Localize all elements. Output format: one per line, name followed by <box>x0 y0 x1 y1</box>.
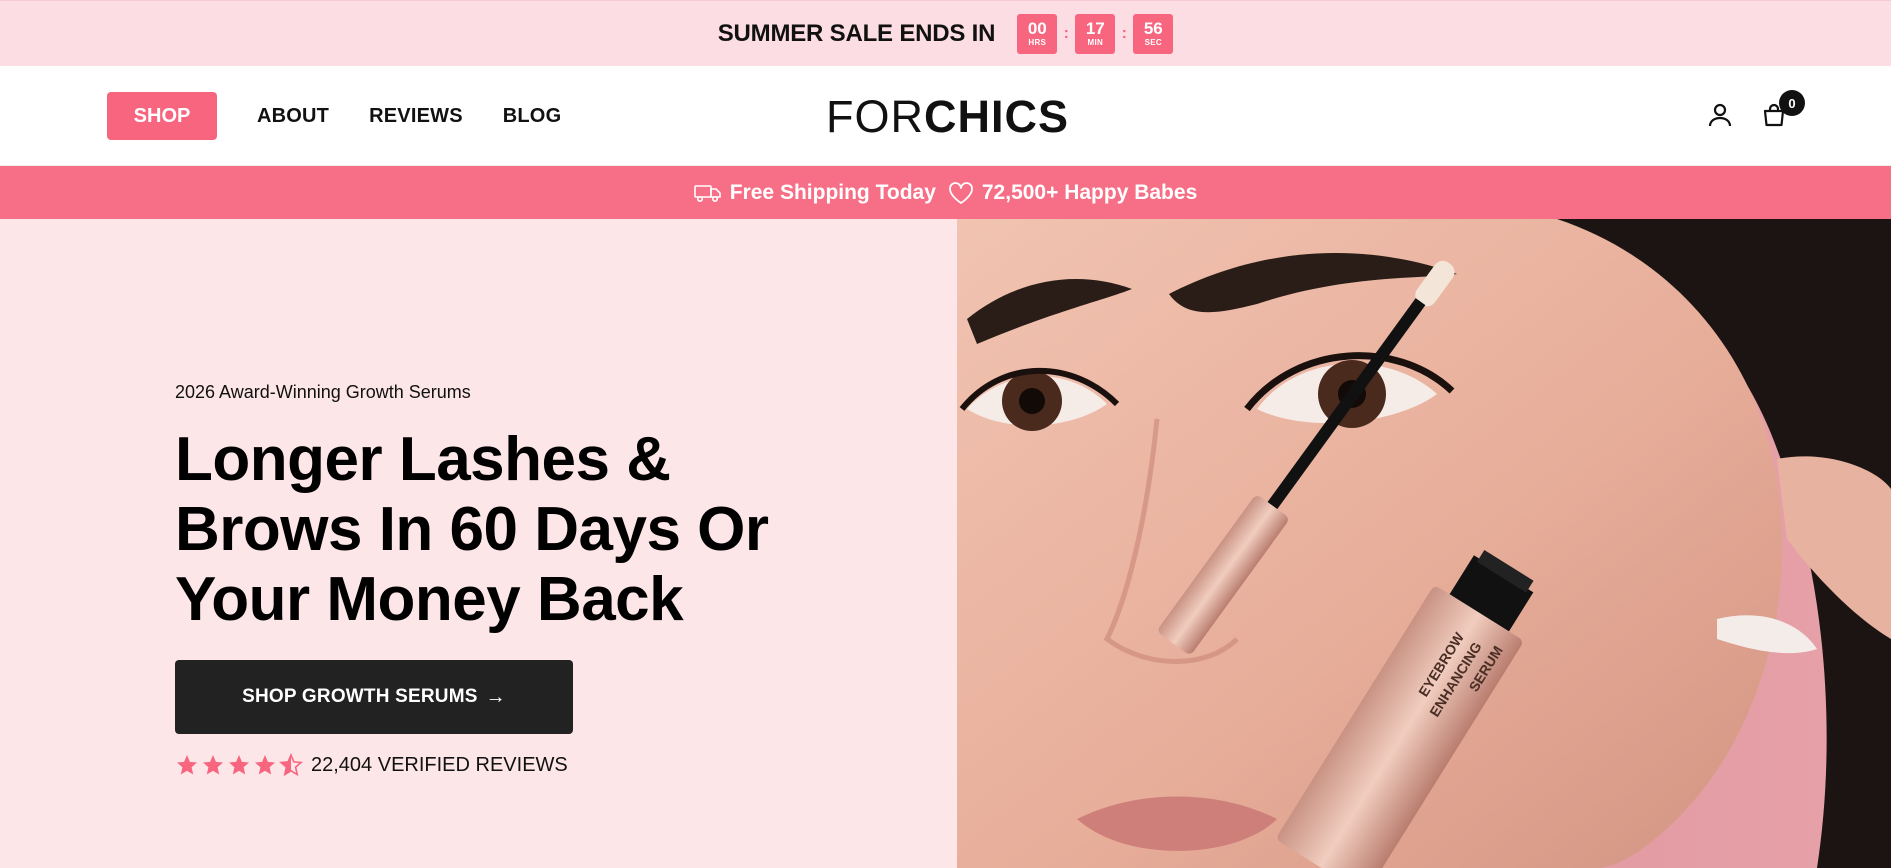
heart-icon <box>948 181 974 205</box>
star-icon <box>229 755 249 775</box>
hero-section: 2026 Award-Winning Growth Serums Longer … <box>0 219 1891 868</box>
shop-growth-serums-button[interactable]: SHOP GROWTH SERUMS → <box>175 660 573 734</box>
main-nav: SHOP ABOUT REVIEWS BLOG <box>107 92 561 140</box>
star-rating <box>175 753 305 777</box>
timer-separator: : <box>1063 24 1069 42</box>
hero-content: 2026 Award-Winning Growth Serums Longer … <box>0 219 957 868</box>
timer-hours-unit: HRS <box>1028 38 1047 47</box>
sale-countdown-label: SUMMER SALE ENDS IN <box>717 19 996 47</box>
promo-bar: Free Shipping Today 72,500+ Happy Babes <box>0 166 1891 219</box>
hero-eyebrow: 2026 Award-Winning Growth Serums <box>175 382 471 402</box>
nav-about-link[interactable]: ABOUT <box>257 105 329 128</box>
nav-shop-button[interactable]: SHOP <box>107 92 217 140</box>
header-icons: 0 <box>1703 90 1805 132</box>
hero-headline: Longer Lashes & Brows In 60 Days Or Your… <box>175 425 769 634</box>
free-shipping-text: Free Shipping Today <box>729 180 936 204</box>
timer-seconds: 56 SEC <box>1133 13 1174 54</box>
free-shipping-item: Free Shipping Today <box>693 180 936 205</box>
cart-icon[interactable]: 0 <box>1757 90 1805 132</box>
cart-count-badge: 0 <box>1779 90 1805 116</box>
star-icon <box>203 755 223 775</box>
truck-icon <box>693 183 722 203</box>
nav-reviews-link[interactable]: REVIEWS <box>369 105 463 128</box>
site-header: SHOP ABOUT REVIEWS BLOG FORCHICS 0 <box>0 66 1891 166</box>
timer-minutes-unit: MIN <box>1087 38 1104 47</box>
happy-customers-item: 72,500+ Happy Babes <box>948 181 1197 205</box>
logo-light-text: FOR <box>826 91 924 142</box>
happy-customers-text: 72,500+ Happy Babes <box>981 180 1198 204</box>
timer-minutes: 17 MIN <box>1075 13 1116 54</box>
timer-separator: : <box>1121 24 1127 42</box>
site-logo[interactable]: FORCHICS <box>826 94 1069 139</box>
rating-summary[interactable]: 22,404 VERIFIED REVIEWS <box>175 753 568 777</box>
nav-blog-link[interactable]: BLOG <box>503 105 562 128</box>
account-icon[interactable] <box>1703 98 1737 132</box>
announcement-bar: SUMMER SALE ENDS IN 00 HRS : 17 MIN : 56… <box>0 0 1891 66</box>
hero-image: EYEBROW ENHANCING SERUM <box>957 219 1891 868</box>
timer-hours: 00 HRS <box>1017 13 1058 54</box>
logo-bold-text: CHICS <box>924 91 1070 142</box>
star-icon <box>255 755 275 775</box>
timer-hours-value: 00 <box>1027 19 1047 38</box>
star-icon <box>177 755 197 775</box>
timer-minutes-value: 17 <box>1085 19 1105 38</box>
timer-seconds-unit: SEC <box>1144 38 1162 47</box>
arrow-right-icon: → <box>485 685 506 708</box>
cta-label: SHOP GROWTH SERUMS <box>242 686 478 707</box>
countdown-timer: 00 HRS : 17 MIN : 56 SEC <box>1017 13 1174 54</box>
verified-reviews-count: 22,404 VERIFIED REVIEWS <box>311 753 568 776</box>
timer-seconds-value: 56 <box>1143 19 1163 38</box>
star-half-icon <box>279 753 303 777</box>
